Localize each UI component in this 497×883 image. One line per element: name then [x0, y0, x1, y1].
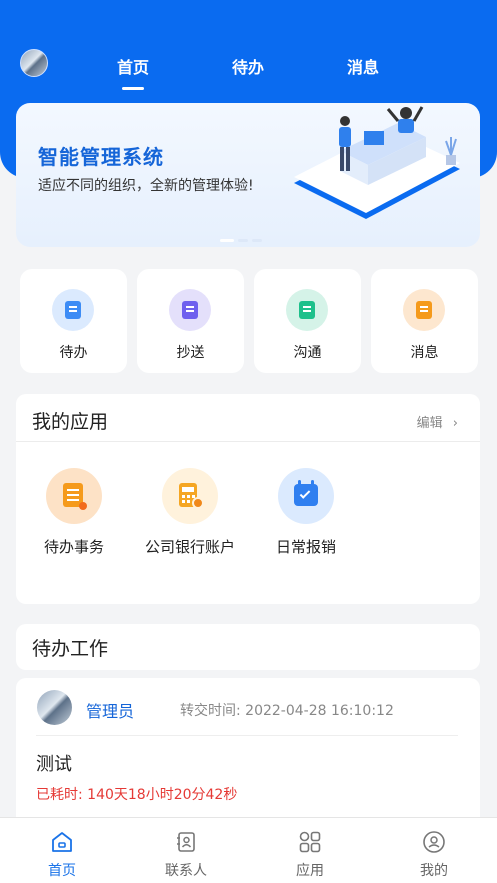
banner[interactable]: 智能管理系统 适应不同的组织，全新的管理体验! [16, 103, 480, 247]
banner-title: 智能管理系统 [38, 145, 164, 169]
app-label: 日常报销 [275, 538, 336, 556]
my-apps-title: 我的应用 [32, 411, 109, 433]
bottom-tab-label: 我的 [420, 863, 448, 879]
profile-icon [423, 831, 445, 853]
apps-icon [299, 831, 321, 853]
bottom-tab-bar: 首页 联系人 应用 我的 [0, 817, 497, 883]
todo-subject: 测试 [36, 754, 72, 775]
app-bank-account[interactable]: 公司银行账户 [132, 468, 248, 557]
app-todo-tasks[interactable]: 待办事务 [16, 468, 132, 557]
tab-messages[interactable]: 消息 [328, 54, 398, 78]
quick-action-label: 沟通 [293, 345, 322, 361]
quick-action-todo[interactable]: 待办 [20, 269, 127, 373]
bottom-tab-home[interactable]: 首页 [0, 818, 124, 883]
bottom-tab-apps[interactable]: 应用 [248, 818, 372, 883]
tab-active-indicator [122, 87, 144, 90]
bottom-tab-label: 联系人 [165, 863, 207, 879]
tab-messages-label: 消息 [346, 58, 379, 77]
bottom-tab-contacts[interactable]: 联系人 [124, 818, 248, 883]
task-icon [46, 468, 102, 524]
user-avatar[interactable] [20, 49, 48, 77]
tab-home-label: 首页 [116, 58, 149, 77]
todo-work-title: 待办工作 [32, 638, 109, 660]
todo-item[interactable]: 管理员 转交时间: 2022-04-28 16:10:12 测试 已耗时: 14… [16, 678, 480, 818]
edit-label: 编辑 [416, 416, 443, 431]
quick-action-label: 消息 [410, 345, 439, 361]
transfer-time-value: 2022-04-28 16:10:12 [245, 703, 394, 719]
app-label: 公司银行账户 [144, 538, 235, 556]
bottom-tab-profile[interactable]: 我的 [372, 818, 496, 883]
elapsed-time: 已耗时: 140天18小时20分42秒 [36, 787, 238, 803]
office-illustration [294, 106, 460, 219]
quick-action-cc[interactable]: 抄送 [137, 269, 244, 373]
home-icon [52, 832, 72, 852]
quick-action-chat[interactable]: 沟通 [254, 269, 361, 373]
my-apps-card: 我的应用 编辑 › 待办事务 公司银行账户 日常报销 [16, 394, 480, 604]
transfer-time-row: 转交时间: 2022-04-28 16:10:12 [180, 700, 394, 720]
message-doc-icon [403, 289, 445, 331]
todo-doc-icon [52, 289, 94, 331]
chat-doc-icon [286, 289, 328, 331]
cc-doc-icon [169, 289, 211, 331]
todo-user-avatar [37, 690, 72, 725]
quick-action-messages[interactable]: 消息 [371, 269, 478, 373]
todo-user-name: 管理员 [86, 702, 135, 721]
quick-action-label: 抄送 [176, 345, 205, 361]
quick-action-label: 待办 [59, 345, 88, 361]
tab-todo-label: 待办 [231, 58, 264, 77]
app-daily-reimbursement[interactable]: 日常报销 [248, 468, 364, 557]
carousel-indicator [220, 230, 266, 247]
divider [36, 735, 458, 736]
bank-account-icon [162, 468, 218, 524]
bottom-tab-label: 首页 [48, 863, 76, 879]
transfer-time-label: 转交时间: [180, 703, 241, 719]
tab-todo[interactable]: 待办 [213, 54, 283, 78]
todo-work-header: 待办工作 [16, 624, 480, 670]
calendar-check-icon [278, 468, 334, 524]
app-label: 待办事务 [43, 538, 104, 556]
banner-subtitle: 适应不同的组织，全新的管理体验! [38, 178, 254, 194]
edit-link[interactable]: 编辑 › [417, 412, 458, 431]
bottom-tab-label: 应用 [296, 863, 324, 879]
chevron-right-icon: › [452, 416, 458, 431]
contacts-icon [177, 832, 195, 852]
divider [16, 441, 480, 442]
tab-home[interactable]: 首页 [98, 54, 168, 90]
